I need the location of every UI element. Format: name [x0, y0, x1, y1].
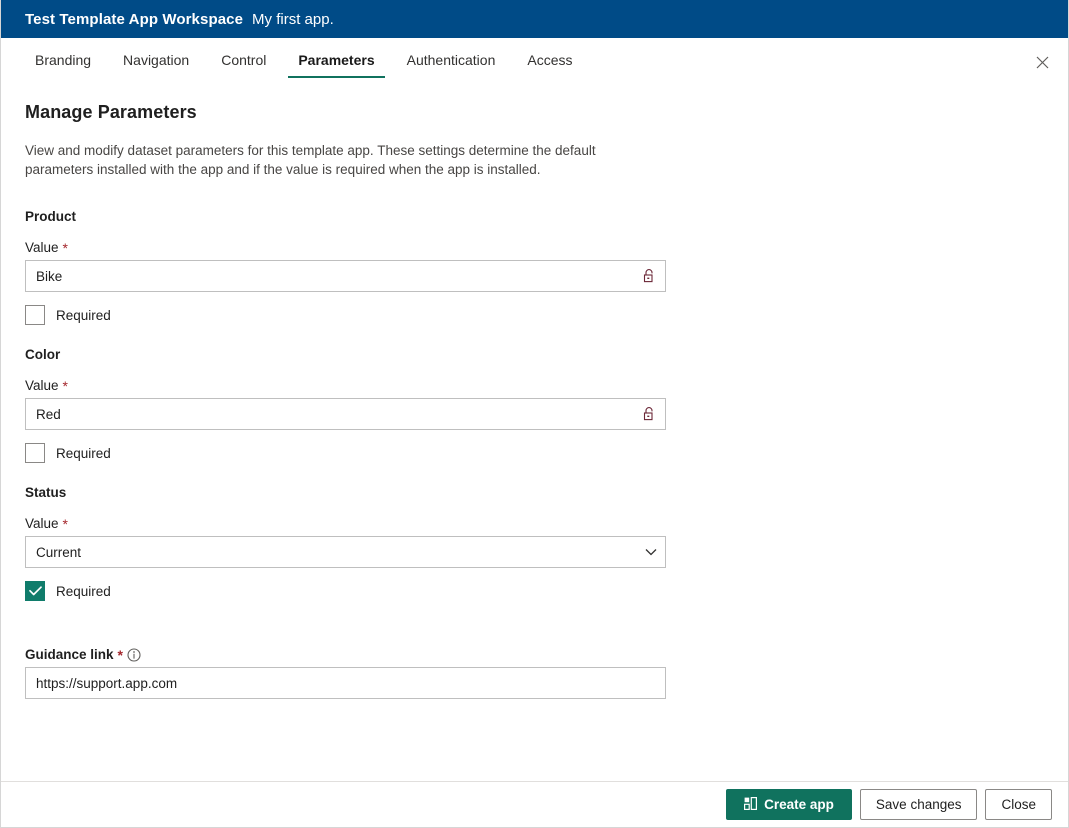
- info-circle-icon[interactable]: [127, 647, 141, 662]
- title-bar: Test Template App Workspace My first app…: [1, 0, 1068, 38]
- parameter-group-color: Color Value * Required: [25, 347, 1044, 463]
- value-select-status[interactable]: Current: [25, 536, 666, 568]
- required-checkbox-row-status[interactable]: Required: [25, 581, 111, 601]
- lock-toggle-color[interactable]: [640, 405, 658, 423]
- app-grid-icon: [744, 796, 758, 813]
- required-checkbox-label-status: Required: [56, 583, 111, 599]
- guidance-link-input-wrap: [25, 667, 666, 699]
- tab-authentication[interactable]: Authentication: [397, 52, 506, 78]
- parameter-name-color: Color: [25, 347, 61, 362]
- required-asterisk: *: [62, 377, 68, 394]
- guidance-link-group: Guidance link *: [25, 647, 1044, 699]
- value-input-color[interactable]: [25, 398, 666, 430]
- tab-navigation[interactable]: Navigation: [113, 52, 199, 78]
- save-changes-button[interactable]: Save changes: [859, 789, 978, 820]
- value-input-wrap-product: [25, 260, 666, 292]
- lock-toggle-product[interactable]: [640, 267, 658, 285]
- page-title: Manage Parameters: [25, 102, 197, 122]
- tab-branding[interactable]: Branding: [25, 52, 101, 78]
- guidance-link-label-text: Guidance link: [25, 647, 114, 662]
- create-app-button-label: Create app: [764, 797, 834, 812]
- template-app-dialog: Test Template App Workspace My first app…: [0, 0, 1069, 828]
- parameter-group-product: Product Value * Required: [25, 209, 1044, 325]
- dialog-footer: Create app Save changes Close: [1, 781, 1068, 827]
- required-checkbox-label-color: Required: [56, 445, 111, 461]
- workspace-name: Test Template App Workspace: [25, 10, 244, 28]
- create-app-button[interactable]: Create app: [726, 789, 852, 820]
- guidance-link-label: Guidance link *: [25, 647, 1044, 662]
- required-checkbox-row-product[interactable]: Required: [25, 305, 111, 325]
- value-input-wrap-color: [25, 398, 666, 430]
- required-asterisk: *: [62, 515, 68, 532]
- guidance-link-input[interactable]: [25, 667, 666, 699]
- required-asterisk: *: [117, 646, 123, 663]
- app-name: My first app.: [252, 10, 334, 28]
- close-button[interactable]: Close: [985, 789, 1052, 820]
- tab-strip: Branding Navigation Control Parameters A…: [1, 38, 1068, 78]
- required-checkbox-color[interactable]: [25, 443, 45, 463]
- parameters-panel: Manage Parameters View and modify datase…: [1, 78, 1068, 820]
- value-label-text: Value: [25, 378, 59, 393]
- page-description: View and modify dataset parameters for t…: [25, 143, 596, 177]
- value-select-wrap-status: Current: [25, 536, 666, 568]
- value-label-text: Value: [25, 516, 59, 531]
- close-icon: [1036, 56, 1048, 68]
- required-asterisk: *: [62, 239, 68, 256]
- value-label-text: Value: [25, 240, 59, 255]
- value-label-color: Value *: [25, 378, 1044, 393]
- required-checkbox-row-color[interactable]: Required: [25, 443, 111, 463]
- checkmark-icon: [28, 586, 42, 596]
- required-checkbox-label-product: Required: [56, 307, 111, 323]
- unlock-icon: [643, 407, 653, 421]
- close-dialog-button[interactable]: [1028, 48, 1056, 76]
- tab-parameters[interactable]: Parameters: [288, 52, 385, 78]
- value-label-product: Value *: [25, 240, 1044, 255]
- tab-control[interactable]: Control: [211, 52, 276, 78]
- value-label-status: Value *: [25, 516, 1044, 531]
- parameter-group-status: Status Value * Current Required: [25, 485, 1044, 601]
- parameter-name-status: Status: [25, 485, 67, 500]
- unlock-icon: [643, 269, 653, 283]
- parameter-name-product: Product: [25, 209, 77, 224]
- tab-access[interactable]: Access: [517, 52, 582, 78]
- required-checkbox-product[interactable]: [25, 305, 45, 325]
- required-checkbox-status[interactable]: [25, 581, 45, 601]
- value-input-product[interactable]: [25, 260, 666, 292]
